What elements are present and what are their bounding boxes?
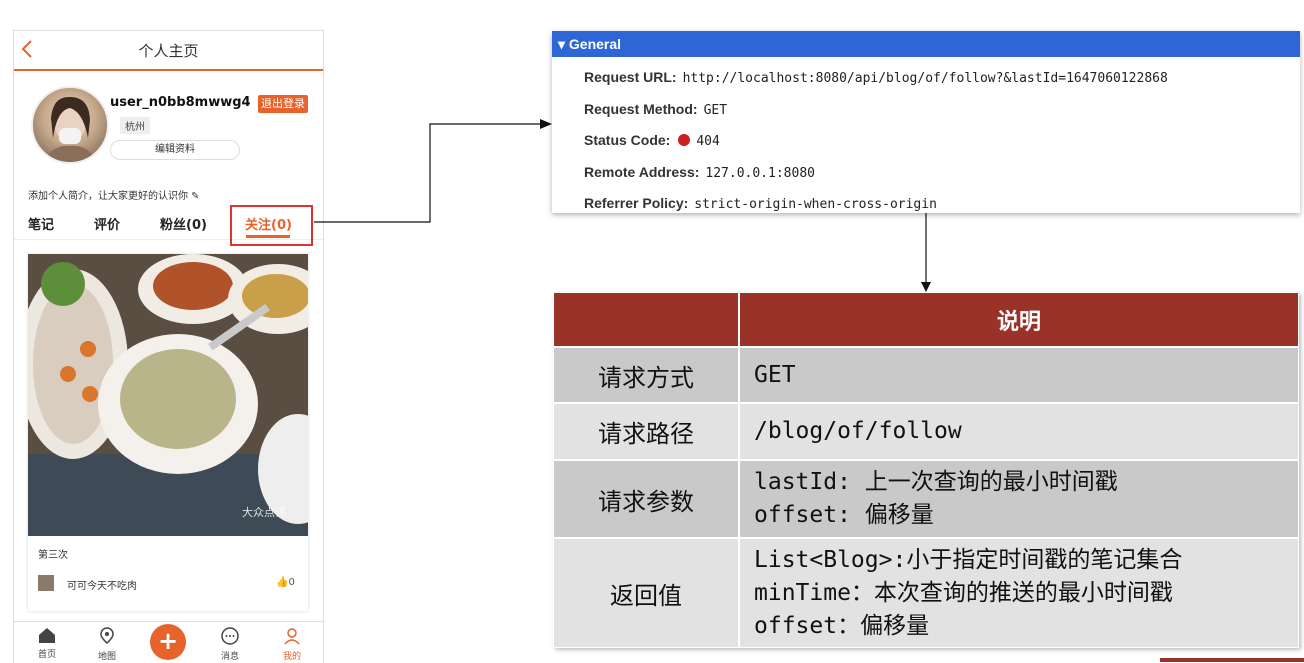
table-row-value: List<Blog>:小于指定时间戳的笔记集合 minTime：本次查询的推送的…: [739, 538, 1299, 648]
api-spec-table: 说明 请求方式 GET 请求路径 /blog/of/follow 请求参数 la…: [553, 292, 1299, 648]
remote-address-row: Remote Address: 127.0.0.1:8080: [584, 164, 815, 181]
return-offset: offset：偏移量: [754, 612, 930, 639]
slide-corner-accent: [1160, 658, 1304, 662]
status-code-value: 404: [696, 134, 720, 149]
table-header-description: 说明: [739, 292, 1299, 347]
remote-address-value: 127.0.0.1:8080: [705, 166, 815, 181]
param-lastid: lastId: 上一次查询的最小时间戳: [754, 469, 1118, 495]
table-row-label: 返回值: [553, 538, 739, 648]
table-row-value: /blog/of/follow: [739, 403, 1299, 460]
table-row-label: 请求参数: [553, 460, 739, 538]
referrer-policy-row: Referrer Policy: strict-origin-when-cross…: [584, 195, 937, 212]
status-error-icon: [678, 134, 691, 146]
table-row-value: GET: [739, 347, 1299, 403]
devtools-general-panel: ▾ General Request URL: http://localhost:8…: [552, 31, 1300, 213]
request-url-value: http://localhost:8080/api/blog/of/follow…: [682, 71, 1168, 86]
general-section-header[interactable]: ▾ General: [552, 31, 1300, 57]
request-url-row: Request URL: http://localhost:8080/api/bl…: [584, 69, 1168, 86]
method-value: GET: [754, 361, 796, 388]
request-method-value: GET: [703, 103, 728, 118]
request-method-row: Request Method: GET: [584, 101, 727, 118]
param-offset: offset: 偏移量: [754, 502, 934, 528]
return-mintime: minTime：本次查询的推送的最小时间戳: [754, 579, 1173, 606]
table-row-label: 请求路径: [553, 403, 739, 460]
path-value: /blog/of/follow: [754, 418, 962, 444]
request-url-key: Request URL:: [584, 69, 677, 85]
status-code-row: Status Code: 404: [584, 132, 720, 149]
referrer-policy-value: strict-origin-when-cross-origin: [694, 197, 937, 212]
referrer-policy-key: Referrer Policy:: [584, 195, 689, 211]
table-row-label: 请求方式: [553, 347, 739, 403]
remote-address-key: Remote Address:: [584, 164, 700, 180]
return-list: List<Blog>:小于指定时间戳的笔记集合: [754, 546, 1183, 573]
table-row-value: lastId: 上一次查询的最小时间戳 offset: 偏移量: [739, 460, 1299, 538]
status-code-key: Status Code:: [584, 132, 671, 148]
request-method-key: Request Method:: [584, 101, 698, 117]
table-header-blank: [553, 292, 739, 347]
